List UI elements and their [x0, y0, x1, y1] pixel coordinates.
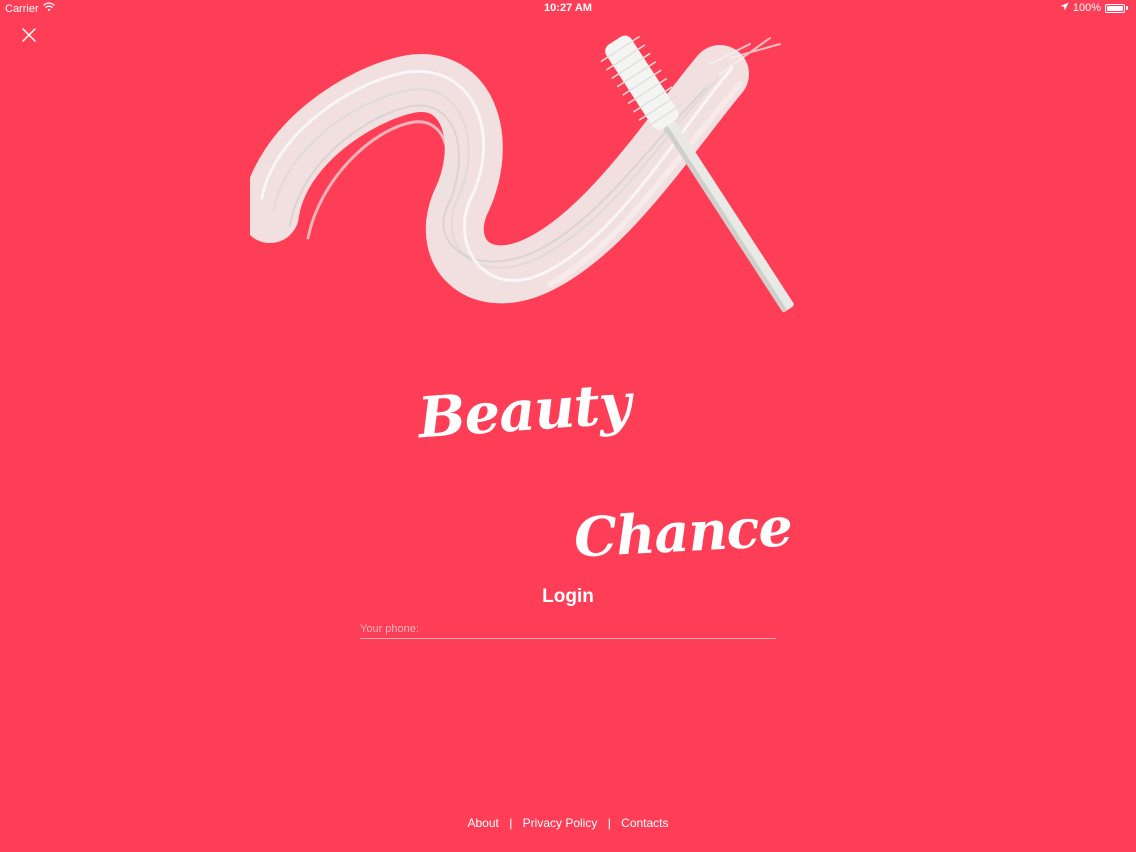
footer-separator: |: [607, 816, 611, 830]
battery-percent: 100%: [1072, 2, 1101, 14]
battery-icon: [1105, 3, 1125, 13]
footer-separator: |: [509, 816, 513, 830]
footer-links: About | Privacy Policy | Contacts: [0, 816, 1136, 830]
brand-logo-beauty: Beauty: [415, 370, 633, 452]
contacts-link[interactable]: Contacts: [621, 816, 668, 830]
about-link[interactable]: About: [467, 816, 498, 830]
login-title: Login: [542, 586, 594, 607]
phone-input[interactable]: [360, 619, 776, 639]
mascara-stroke-illustration: [241, 14, 890, 374]
location-arrow-icon: [1060, 2, 1069, 14]
status-right: 100%: [1060, 2, 1128, 14]
close-button[interactable]: [18, 24, 40, 46]
battery-fill: [1107, 5, 1123, 11]
battery-tip: [1126, 6, 1128, 10]
status-time: 10:27 AM: [544, 2, 592, 14]
mascara-brush-stroke: [241, 37, 781, 304]
privacy-policy-link[interactable]: Privacy Policy: [523, 816, 598, 830]
brand-logo-chance: Chance: [572, 494, 794, 570]
close-icon: [22, 28, 36, 42]
